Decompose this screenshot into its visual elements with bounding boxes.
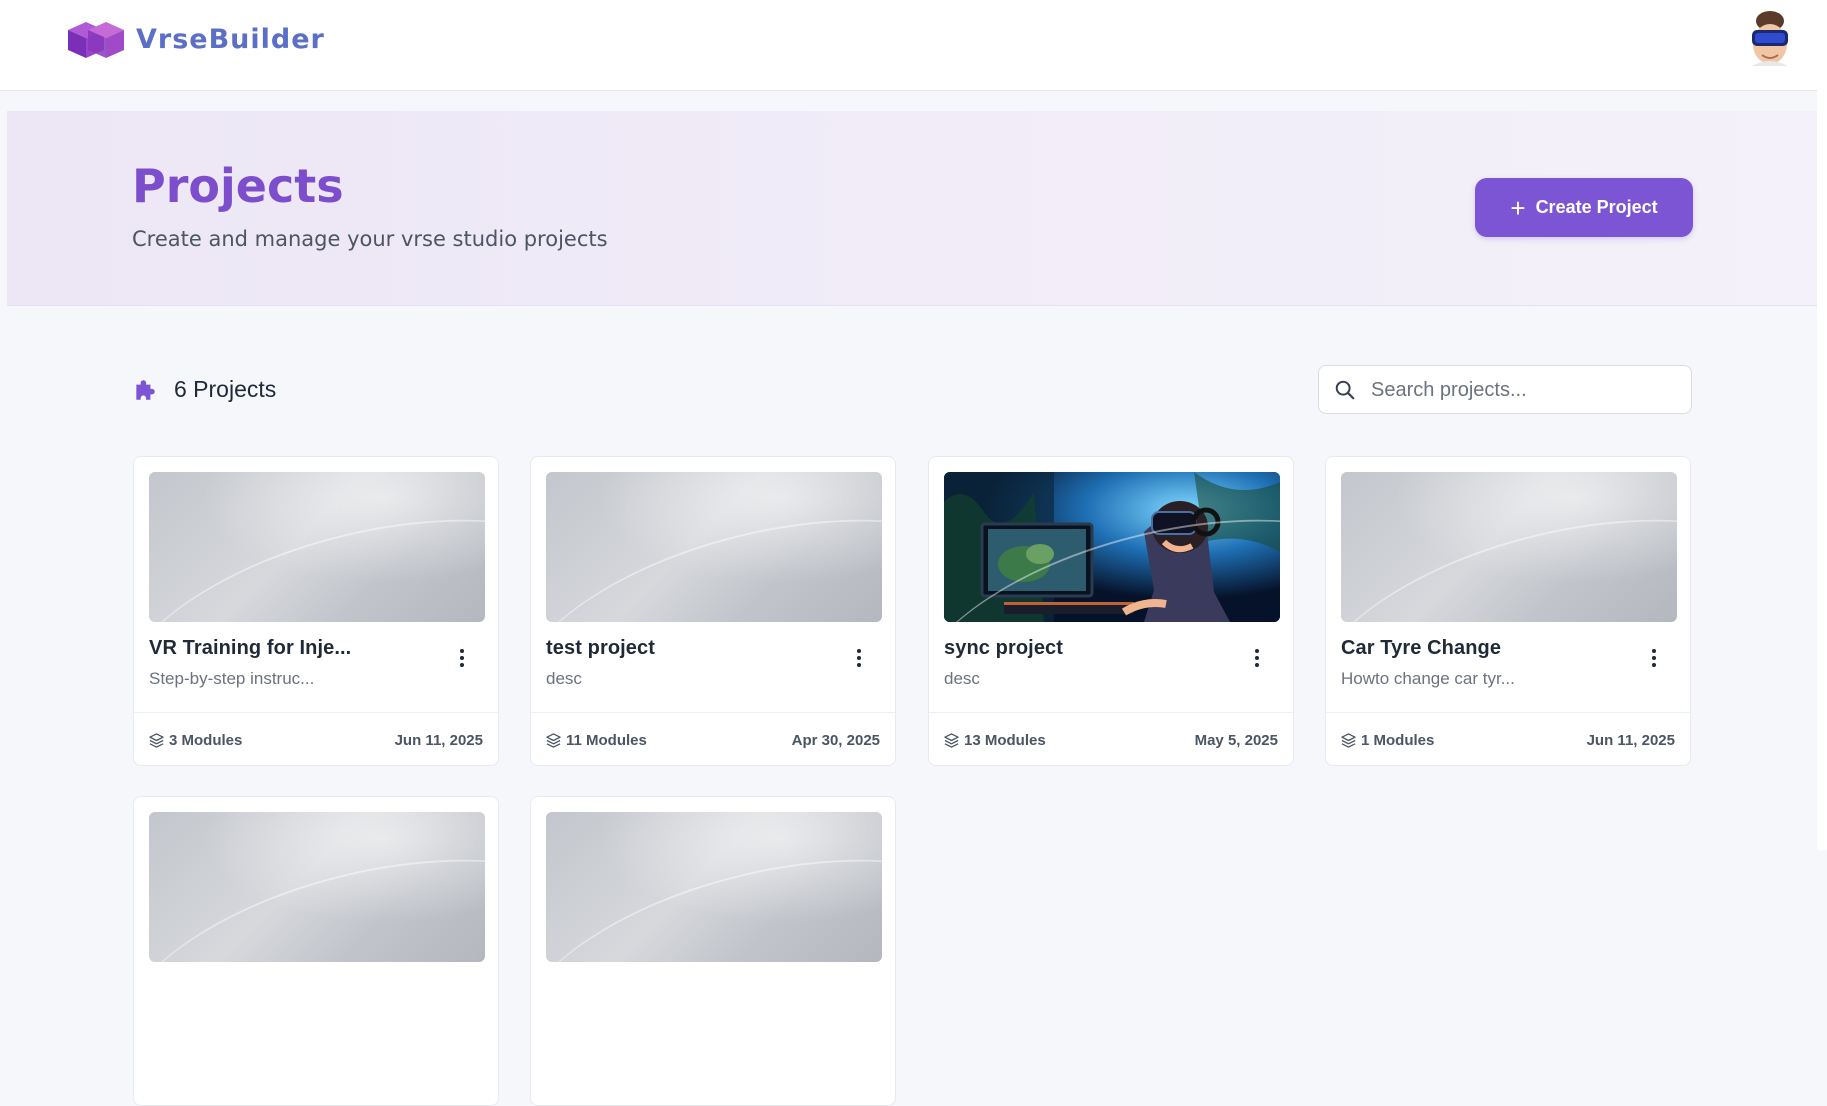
vr-gamer-image [944, 472, 1280, 622]
project-count-label: 6 Projects [174, 376, 277, 402]
cube-logo-icon [68, 22, 124, 58]
more-options-icon[interactable] [1247, 645, 1267, 671]
project-thumbnail [546, 472, 882, 622]
modules-count: 3 Modules [149, 732, 242, 749]
more-options-icon[interactable] [452, 645, 472, 671]
modules-count: 1 Modules [1341, 732, 1434, 749]
project-thumbnail [546, 812, 882, 962]
brand-name: VrseBuilder [136, 23, 325, 55]
project-description: Howto change car tyr... [1341, 669, 1515, 688]
create-project-label: Create Project [1535, 197, 1658, 217]
project-card[interactable] [133, 796, 499, 1106]
project-title: test project [546, 637, 656, 659]
create-project-button[interactable]: + Create Project [1475, 178, 1693, 237]
modules-label: 1 Modules [1361, 732, 1435, 749]
project-card[interactable]: test project desc 11 Modules Apr 30, 202… [530, 456, 896, 766]
search-box [1318, 365, 1692, 415]
layers-icon [149, 733, 164, 748]
layers-icon [546, 733, 561, 748]
modules-count: 11 Modules [546, 732, 647, 749]
project-thumbnail [944, 472, 1280, 622]
layers-icon [1341, 733, 1356, 748]
project-date: Jun 11, 2025 [394, 732, 483, 749]
layers-icon [944, 733, 959, 748]
project-title: VR Training for Inje... [149, 637, 352, 659]
user-avatar[interactable] [1744, 8, 1796, 68]
brand-logo-link[interactable]: VrseBuilder [64, 18, 325, 60]
project-description: desc [546, 669, 582, 688]
puzzle-piece-icon [136, 379, 155, 400]
modules-label: 13 Modules [964, 732, 1046, 749]
project-thumbnail [149, 812, 485, 962]
project-date: May 5, 2025 [1194, 732, 1278, 749]
more-options-icon[interactable] [849, 645, 869, 671]
plus-icon: + [1510, 192, 1526, 223]
project-card[interactable]: sync project desc 13 Modules May 5, 2025 [928, 456, 1294, 766]
more-options-icon[interactable] [1644, 645, 1664, 671]
project-title: sync project [944, 637, 1064, 659]
page-title: Projects [132, 159, 344, 213]
modules-label: 3 Modules [169, 732, 243, 749]
search-icon [1335, 380, 1355, 400]
top-navbar: VrseBuilder [0, 0, 1817, 91]
page-scrollbar[interactable] [1817, 0, 1827, 850]
modules-label: 11 Modules [566, 732, 647, 749]
project-title: Car Tyre Change [1341, 637, 1502, 659]
project-card[interactable]: VR Training for Inje... Step-by-step ins… [133, 456, 499, 766]
modules-count: 13 Modules [944, 732, 1046, 749]
project-count: 6 Projects [132, 376, 276, 403]
project-date: Apr 30, 2025 [791, 732, 880, 749]
project-card[interactable] [530, 796, 896, 1106]
project-card-footer: 1 Modules Jun 11, 2025 [1326, 712, 1690, 767]
project-thumbnail [1341, 472, 1677, 622]
project-description: Step-by-step instruc... [149, 669, 315, 688]
page-subtitle: Create and manage your vrse studio proje… [132, 227, 608, 251]
project-card-footer: 11 Modules Apr 30, 2025 [531, 712, 895, 767]
project-card-footer: 13 Modules May 5, 2025 [929, 712, 1293, 767]
project-date: Jun 11, 2025 [1586, 732, 1675, 749]
project-description: desc [944, 669, 980, 688]
project-card[interactable]: Car Tyre Change Howto change car tyr... … [1325, 456, 1691, 766]
vr-headset-user-icon [1752, 11, 1788, 66]
project-card-footer: 3 Modules Jun 11, 2025 [134, 712, 498, 767]
project-thumbnail [149, 472, 485, 622]
search-input[interactable] [1369, 366, 1683, 415]
